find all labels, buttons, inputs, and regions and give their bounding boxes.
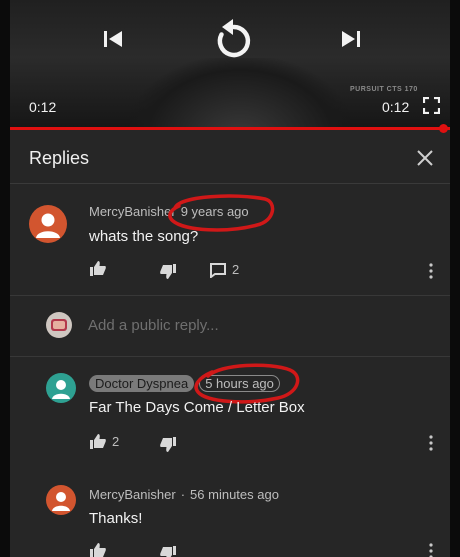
video-frame	[130, 58, 350, 128]
comment-author[interactable]: MercyBanisher	[89, 204, 176, 219]
reply-meta: MercyBanisher · 56 minutes ago	[89, 487, 279, 502]
more-options-icon[interactable]	[429, 543, 433, 557]
previous-video-button[interactable]	[98, 26, 128, 52]
app-frame: PURSUIT CTS 170 0:12 0:12 Replies MercyB…	[10, 0, 450, 557]
dislike-icon[interactable]	[160, 546, 176, 557]
reply-timestamp: 5 hours ago	[205, 376, 274, 391]
progress-bar[interactable]	[10, 127, 450, 130]
like-icon[interactable]	[90, 434, 106, 449]
avatar[interactable]	[46, 485, 76, 515]
like-icon[interactable]	[90, 543, 106, 557]
like-count: 2	[112, 434, 120, 449]
more-options-icon[interactable]	[429, 263, 433, 279]
next-video-button[interactable]	[336, 26, 366, 52]
avatar[interactable]	[29, 205, 67, 243]
default-avatar-icon	[52, 380, 70, 399]
reply-count: 2	[232, 262, 240, 277]
close-icon[interactable]	[415, 148, 435, 168]
skip-previous-icon	[104, 31, 122, 47]
default-avatar-icon	[52, 492, 70, 511]
dislike-icon[interactable]	[160, 437, 176, 452]
meta-separator: ·	[180, 487, 186, 502]
dislike-icon[interactable]	[160, 264, 176, 279]
comment-timestamp-wrapper: 9 years ago	[167, 194, 274, 232]
total-time: 0:12	[382, 99, 410, 115]
reply-input[interactable]: Add a public reply...	[88, 317, 219, 334]
like-icon[interactable]	[90, 261, 106, 276]
section-divider	[10, 356, 450, 357]
reply-timestamp-wrapper: 5 hours ago	[194, 363, 300, 404]
fullscreen-icon[interactable]	[423, 97, 440, 114]
avatar[interactable]	[46, 373, 76, 403]
comment-replies-icon[interactable]	[210, 263, 226, 278]
replay-icon	[217, 19, 251, 58]
channel-owner-badge[interactable]: Doctor Dyspnea	[89, 375, 195, 392]
comment-timestamp: 9 years ago	[180, 204, 249, 219]
reply-text: Far The Days Come / Letter Box	[89, 399, 305, 416]
user-avatar	[46, 312, 72, 338]
comment-meta: MercyBanisher 9 years ago	[89, 194, 274, 232]
reply-meta: Doctor Dyspnea 5 hours ago	[89, 363, 300, 404]
reply-text: Thanks!	[89, 510, 143, 527]
comment-text: whats the song?	[89, 228, 199, 245]
skip-next-icon	[342, 31, 360, 47]
reply-author[interactable]: MercyBanisher	[89, 487, 176, 502]
reply-timestamp: 56 minutes ago	[190, 487, 279, 502]
current-time: 0:12	[29, 99, 57, 115]
replies-title: Replies	[29, 148, 90, 168]
section-divider	[10, 295, 450, 296]
more-options-icon[interactable]	[429, 435, 433, 451]
video-player[interactable]: PURSUIT CTS 170 0:12 0:12	[10, 0, 450, 128]
default-avatar-icon	[36, 213, 60, 238]
video-hud-text: PURSUIT CTS 170	[350, 86, 418, 93]
replies-header: Replies	[10, 131, 450, 184]
user-avatar-image	[51, 319, 67, 331]
replay-button[interactable]	[210, 16, 258, 64]
